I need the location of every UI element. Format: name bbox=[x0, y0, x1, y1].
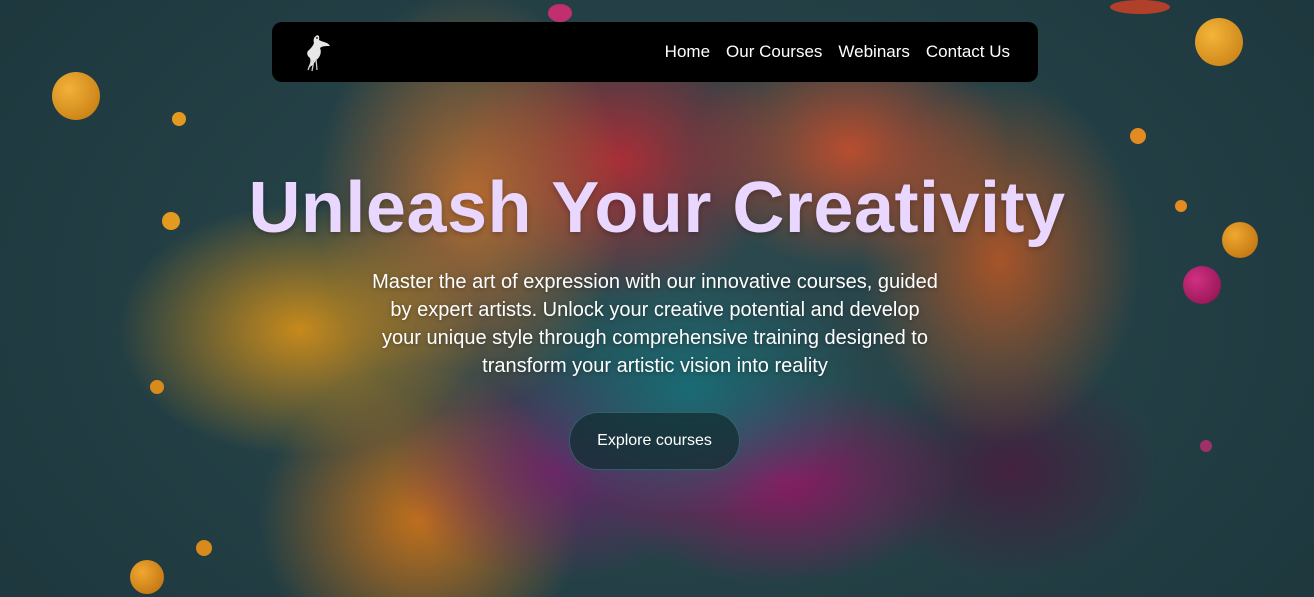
paint-droplet bbox=[1110, 0, 1170, 14]
explore-courses-button[interactable]: Explore courses bbox=[569, 412, 740, 470]
hero-section: Home Our Courses Webinars Contact Us Unl… bbox=[0, 0, 1314, 597]
paint-droplet bbox=[548, 4, 572, 22]
nav-link-contact-us[interactable]: Contact Us bbox=[926, 42, 1010, 62]
paint-droplet bbox=[1130, 128, 1146, 144]
hero-headline: Unleash Your Creativity bbox=[248, 168, 1066, 248]
paint-droplet bbox=[150, 380, 164, 394]
nav-link-webinars[interactable]: Webinars bbox=[838, 42, 910, 62]
hero-description: Master the art of expression with our in… bbox=[372, 271, 938, 377]
nav-link-our-courses[interactable]: Our Courses bbox=[726, 42, 822, 62]
dove-icon[interactable] bbox=[302, 32, 334, 72]
paint-droplet bbox=[196, 540, 212, 556]
paint-droplet bbox=[1195, 18, 1243, 66]
paint-droplet bbox=[130, 560, 164, 594]
navbar: Home Our Courses Webinars Contact Us bbox=[272, 22, 1038, 82]
paint-droplet bbox=[1200, 440, 1212, 452]
paint-droplet bbox=[1183, 266, 1221, 304]
paint-droplet bbox=[172, 112, 186, 126]
nav-links: Home Our Courses Webinars Contact Us bbox=[665, 22, 1010, 82]
nav-link-home[interactable]: Home bbox=[665, 42, 710, 62]
paint-droplet bbox=[52, 72, 100, 120]
